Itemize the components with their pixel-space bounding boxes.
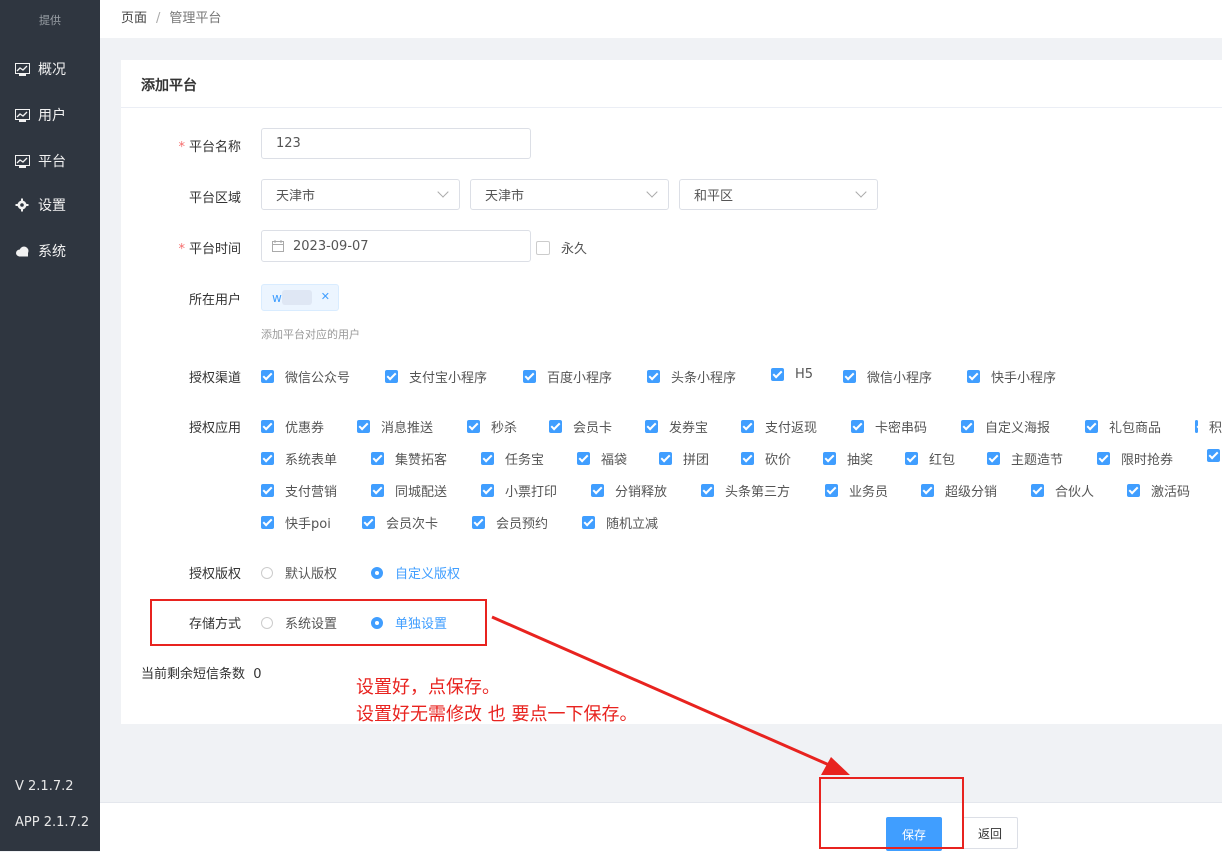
highlight-box-save <box>819 777 964 849</box>
annotation-arrow <box>491 615 850 775</box>
arrow-line <box>491 615 837 770</box>
arrow-head <box>821 757 850 775</box>
footer-bar <box>100 802 1222 852</box>
back-button[interactable]: 返回 <box>962 817 1018 849</box>
